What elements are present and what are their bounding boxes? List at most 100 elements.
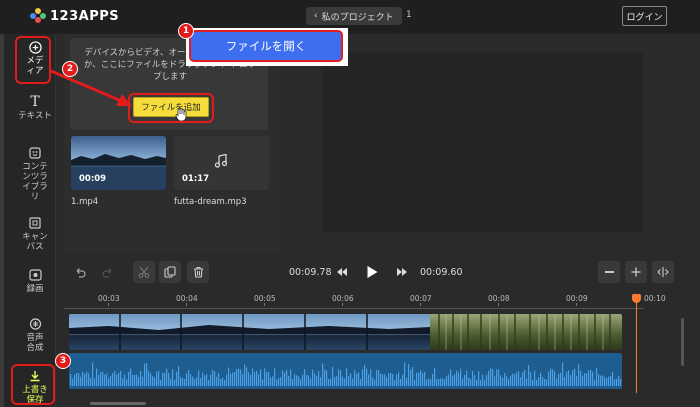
sidebar-item-label: コンテンツライブラリ — [22, 162, 48, 202]
waveform-bar — [206, 374, 208, 386]
waveform-bar — [530, 372, 532, 386]
playhead-handle[interactable] — [632, 294, 641, 303]
waveform-bar — [440, 378, 442, 386]
waveform-bar — [240, 369, 242, 386]
tick-label: 00:08 — [488, 294, 510, 303]
waveform-bar — [532, 379, 534, 386]
waveform-bar — [454, 374, 456, 386]
play-button[interactable] — [361, 261, 383, 283]
waveform-bar — [246, 367, 248, 386]
waveform-bar — [134, 374, 136, 386]
waveform-bar — [142, 376, 144, 386]
copy-icon — [164, 266, 176, 278]
waveform-bar — [528, 365, 530, 386]
waveform-bar — [274, 368, 276, 386]
zoom-in-button[interactable] — [625, 261, 647, 283]
waveform-bar — [126, 379, 128, 386]
playhead[interactable] — [636, 298, 637, 393]
waveform-bar — [338, 368, 340, 386]
waveform-bar — [574, 368, 576, 386]
waveform-bar — [488, 370, 490, 386]
logo-icon — [30, 8, 46, 24]
open-file-button[interactable]: ファイルを開く — [191, 32, 341, 60]
waveform-bar — [286, 370, 288, 386]
waveform-bar — [376, 369, 378, 386]
waveform-bar — [136, 374, 138, 386]
sidebar-item-label: キャンバス — [22, 232, 48, 252]
rewind-icon — [337, 268, 347, 276]
waveform-bar — [296, 375, 298, 386]
annotation-highlight-save — [11, 364, 55, 405]
delete-button[interactable] — [187, 261, 209, 283]
waveform-bar — [470, 378, 472, 386]
waveform-bar — [392, 374, 394, 386]
waveform-bar — [368, 374, 370, 386]
current-time: 00:09.78 — [289, 267, 332, 278]
waveform-bar — [580, 370, 582, 386]
waveform-bar — [152, 376, 154, 386]
duplicate-button[interactable] — [159, 261, 181, 283]
waveform-bar — [86, 371, 88, 386]
fit-timeline-button[interactable] — [652, 261, 674, 283]
waveform-bar — [364, 364, 366, 386]
horizontal-scrollbar[interactable] — [90, 402, 146, 405]
sidebar-item-record[interactable]: 録画 — [12, 268, 58, 294]
audio-track-clip[interactable] — [69, 353, 622, 389]
sidebar-item-canvas[interactable]: キャンバス — [12, 216, 58, 252]
waveform-bar — [430, 379, 432, 386]
sidebar-item-speech[interactable]: 音声合成 — [12, 317, 58, 353]
video-track-clip[interactable] — [69, 314, 622, 350]
waveform-bar — [288, 375, 290, 386]
tick-label: 00:03 — [98, 294, 120, 303]
waveform-bar — [510, 375, 512, 386]
waveform-bar — [536, 379, 538, 386]
waveform-bar — [444, 378, 446, 386]
waveform-bar — [88, 373, 90, 386]
annotation-badge: 2 — [62, 61, 78, 77]
waveform-bar — [146, 362, 148, 386]
vertical-scrollbar[interactable] — [681, 318, 684, 366]
sidebar-item-library[interactable]: コンテンツライブラリ — [12, 146, 58, 202]
waveform-bar — [404, 362, 406, 386]
waveform-bar — [388, 373, 390, 386]
waveform-bar — [226, 374, 228, 386]
waveform-bar — [272, 376, 274, 386]
waveform-bar — [108, 378, 110, 386]
waveform-bar — [356, 373, 358, 386]
media-thumbnail-video[interactable]: 00:09 — [71, 136, 166, 190]
cut-button[interactable] — [133, 261, 155, 283]
waveform-bar — [120, 370, 122, 386]
rewind-button[interactable] — [331, 261, 353, 283]
undo-button[interactable] — [69, 261, 91, 283]
logo-text: 123APPS — [50, 8, 120, 24]
login-button[interactable]: ログイン — [622, 6, 667, 26]
waveform-bar — [314, 373, 316, 386]
media-thumbnail-audio[interactable]: 01:17 — [174, 136, 269, 190]
minus-icon — [604, 271, 614, 273]
app-logo[interactable]: 123APPS — [30, 8, 119, 24]
waveform-bar — [518, 371, 520, 386]
waveform-bar — [420, 370, 422, 386]
waveform-bar — [502, 377, 504, 386]
waveform-bar — [90, 377, 92, 386]
waveform-bar — [466, 370, 468, 386]
waveform-bar — [322, 363, 324, 386]
record-icon — [28, 268, 42, 282]
zoom-out-button[interactable] — [598, 261, 620, 283]
waveform-bar — [320, 377, 322, 386]
waveform-bar — [158, 370, 160, 386]
forward-button[interactable] — [391, 261, 413, 283]
back-to-projects-button[interactable]: ‹ 私のプロジェクト — [306, 7, 402, 25]
waveform-bar — [610, 375, 612, 386]
waveform-bar — [498, 369, 500, 386]
waveform-bar — [82, 372, 84, 386]
waveform-bar — [592, 371, 594, 386]
waveform-bar — [362, 369, 364, 386]
waveform-bar — [278, 377, 280, 386]
waveform-bar — [456, 370, 458, 386]
redo-button[interactable] — [97, 261, 119, 283]
waveform-bar — [614, 379, 616, 386]
waveform-bar — [316, 375, 318, 386]
waveform-bar — [116, 374, 118, 386]
tick-mark — [264, 303, 265, 306]
